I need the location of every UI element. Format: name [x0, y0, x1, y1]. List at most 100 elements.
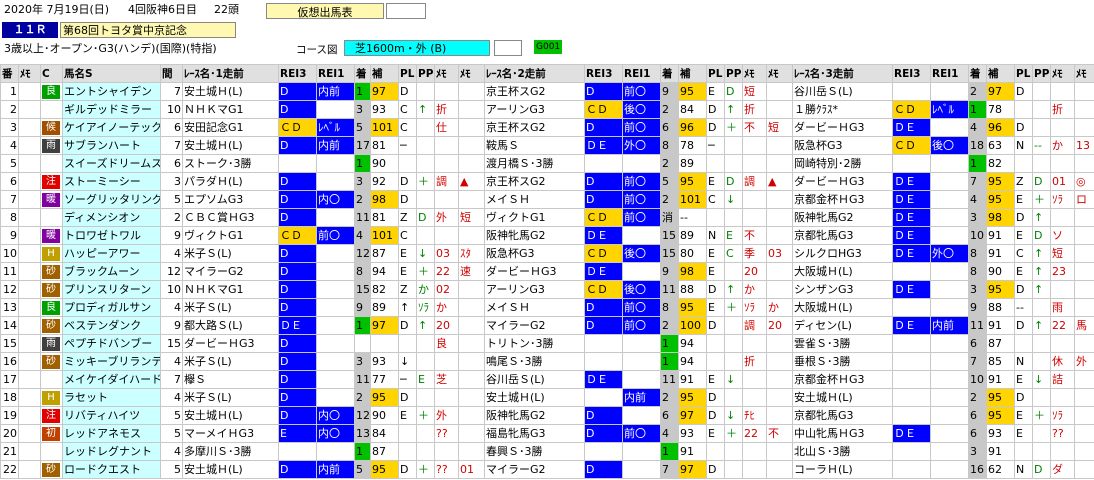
race-name[interactable]: 雲雀Ｓ･3勝 [792, 334, 893, 353]
race-name[interactable]: パラダＨ(L) [182, 172, 279, 191]
col-head[interactable]: 補 [986, 64, 1015, 83]
col-head[interactable]: C [40, 64, 63, 83]
memo-cell[interactable] [18, 388, 41, 407]
horse-name[interactable]: ペプチドバンブー [62, 334, 161, 353]
race-name[interactable]: ＣＢＣ賞ＨG3 [182, 208, 279, 227]
blank-field[interactable] [386, 3, 426, 19]
mark-cell[interactable]: 砂 [40, 460, 63, 479]
memo-cell[interactable] [18, 460, 41, 479]
col-head[interactable]: 補 [370, 64, 399, 83]
race-name[interactable]: 阪急杯G3 [792, 136, 893, 155]
race-name[interactable]: ＮＨＫマG1 [182, 100, 279, 119]
horse-row[interactable]: 12 砂プリンスリターン 10 ＮＨＫマG1 D 15 82 Z か 02 アーリンG3 ＣＤ 後〇 11… [0, 280, 1094, 299]
race-name[interactable]: 鞍馬Ｓ [484, 136, 585, 155]
memo-cell[interactable] [18, 298, 41, 317]
race-name[interactable]: コーラＨ(L) [792, 460, 893, 479]
mark-cell[interactable]: H [40, 388, 63, 407]
race-name[interactable]: 阪急杯G3 [484, 244, 585, 263]
horse-row[interactable]: 5 スイーズドリームス 6 ストーク･3勝 1 90 渡月橋Ｓ･3勝 2 89 岡崎特別･2勝 1 8… [0, 154, 1094, 173]
race-name[interactable]: 安土城Ｈ(L) [792, 388, 893, 407]
col-head[interactable]: 間 [160, 64, 183, 83]
horse-row[interactable]: 14 砂ベステンダンク 9 都大路Ｓ(L) ＤＥ 1 97 D ↑ 20 マイラーG2 D 前〇 2 100… [0, 316, 1094, 335]
horse-name[interactable]: サブランハート [62, 136, 161, 155]
horse-name[interactable]: ミッキーブリランテ [62, 352, 161, 371]
mark-cell[interactable] [40, 100, 63, 119]
course-map-label[interactable]: コース図 [296, 42, 337, 57]
race-name[interactable]: 安田記念G1 [182, 118, 279, 137]
col-head[interactable]: REI1 [316, 64, 355, 83]
race-name[interactable]: 安土城Ｈ(L) [484, 388, 585, 407]
col-head[interactable]: 馬名S [62, 64, 161, 83]
race-name[interactable]: 大阪城Ｈ(L) [792, 262, 893, 281]
race-name[interactable]: メイＳＨ [484, 298, 585, 317]
race-name[interactable]: 大阪城Ｈ(L) [792, 298, 893, 317]
horse-row[interactable]: 22 砂ロードクエスト 5 安土城Ｈ(L) D 内前 5 95 D ＋?? 01 マイラーG2 D 7 97… [0, 460, 1094, 479]
col-head[interactable]: ﾚｰｽ名･3走前 [792, 64, 893, 83]
memo-cell[interactable] [18, 352, 41, 371]
race-name[interactable]: ヴィクトG1 [182, 226, 279, 245]
col-head[interactable]: REI3 [892, 64, 931, 83]
race-name[interactable]: ダービーＨG3 [792, 172, 893, 191]
race-name[interactable]: 安土城Ｈ(L) [182, 460, 279, 479]
horse-row[interactable]: 7 暖ソーグリッタリング 5 エプソムG3 D 内〇 2 98 D メイＳＨ D 前〇 2 101 C ↓ 京都… [0, 190, 1094, 209]
horse-row[interactable]: 3 候ケイアイノーテック 6 安田記念G1 ＣＤ ﾚﾍﾞﾙ 5 101 C 仕京王杯スG2 D 前〇 6… [0, 118, 1094, 137]
horse-name[interactable]: ディメンシオン [62, 208, 161, 227]
race-name[interactable]: 京都牝馬G3 [792, 226, 893, 245]
col-head[interactable]: PL [706, 64, 725, 83]
col-head[interactable]: 補 [678, 64, 707, 83]
horse-name[interactable]: プロディガルサン [62, 298, 161, 317]
col-head[interactable]: PP [416, 64, 435, 83]
race-name[interactable]: ストーク･3勝 [182, 154, 279, 173]
race-name[interactable]: ダービーＨG3 [182, 334, 279, 353]
mark-cell[interactable]: 注 [40, 172, 63, 191]
mark-cell[interactable]: 砂 [40, 352, 63, 371]
col-head[interactable]: 着 [354, 64, 371, 83]
race-name[interactable]: 安土城Ｈ(L) [182, 82, 279, 101]
horse-row[interactable]: 9 暖トロワゼトワル 9 ヴィクトG1 ＣＤ 前〇 4 101 C 阪神牝馬G2 ＤＥ 15 89 N E 不… [0, 226, 1094, 245]
horse-name[interactable]: スイーズドリームス [62, 154, 161, 173]
horse-row[interactable]: 13 良プロディガルサン 4 米子Ｓ(L) D 9 89 ↑ ｿﾗかメイＳＨ D 前〇 8 95 E ＋ｿﾗ… [0, 298, 1094, 317]
race-name[interactable]: 春興Ｓ･3勝 [484, 442, 585, 461]
race-name[interactable]: 米子Ｓ(L) [182, 244, 279, 263]
race-name[interactable]: 福島牝馬G3 [484, 424, 585, 443]
col-head[interactable]: PL [398, 64, 417, 83]
race-name[interactable]: 岡崎特別･2勝 [792, 154, 893, 173]
horse-row[interactable]: 11 砂ブラックムーン 12 マイラーG2 D 8 94 E ＋ 22 速ダービーＨG3 ＤＥ 9 98 E… [0, 262, 1094, 281]
horse-name[interactable]: リバティハイツ [62, 406, 161, 425]
mark-cell[interactable] [40, 442, 63, 461]
memo-cell[interactable] [18, 226, 41, 245]
race-name[interactable]: ダービーＨG3 [792, 118, 893, 137]
race-name[interactable]: 阪神牝馬G2 [484, 226, 585, 245]
horse-name[interactable]: ブラックムーン [62, 262, 161, 281]
col-head[interactable]: ﾒﾓ [742, 64, 767, 83]
horse-name[interactable]: トロワゼトワル [62, 226, 161, 245]
memo-cell[interactable] [18, 172, 41, 191]
race-name[interactable]: トリトン･3勝 [484, 334, 585, 353]
horse-name[interactable]: ロードクエスト [62, 460, 161, 479]
col-head[interactable]: REI1 [622, 64, 661, 83]
race-name[interactable]: 多摩川Ｓ･3勝 [182, 442, 279, 461]
horse-name[interactable]: ギルデッドミラー [62, 100, 161, 119]
col-head[interactable]: ﾒﾓ [18, 64, 41, 83]
race-name[interactable]: 京王杯スG2 [484, 118, 585, 137]
race-name[interactable]: 谷川岳Ｓ(L) [792, 82, 893, 101]
mark-cell[interactable]: 砂 [40, 316, 63, 335]
race-name[interactable]: 京王杯スG2 [484, 82, 585, 101]
race-name[interactable]: マイラーG2 [182, 262, 279, 281]
virtual-entry-tab[interactable]: 仮想出馬表 [266, 3, 384, 19]
race-name[interactable]: ディセン(L) [792, 316, 893, 335]
col-head[interactable]: ﾚｰｽ名･1走前 [182, 64, 279, 83]
horse-name[interactable]: ベステンダンク [62, 316, 161, 335]
col-head[interactable]: PP [724, 64, 743, 83]
memo-cell[interactable] [18, 190, 41, 209]
race-name[interactable]: マイラーG2 [484, 460, 585, 479]
col-head[interactable]: REI3 [278, 64, 317, 83]
col-head[interactable]: REI3 [584, 64, 623, 83]
race-name[interactable]: シルクロHG3 [792, 244, 893, 263]
mark-cell[interactable]: H [40, 244, 63, 263]
horse-row[interactable]: 17 メイケイダイハード 7 欅Ｓ D 11 77 ─ E 芝谷川岳Ｓ(L) ＤＥ 11 91 E ↓ 京都金… [0, 370, 1094, 389]
race-name[interactable]: メイＳＨ [484, 190, 585, 209]
mark-cell[interactable]: 砂 [40, 262, 63, 281]
race-name[interactable]: 鳴尾Ｓ･3勝 [484, 352, 585, 371]
horse-name[interactable]: プリンスリターン [62, 280, 161, 299]
